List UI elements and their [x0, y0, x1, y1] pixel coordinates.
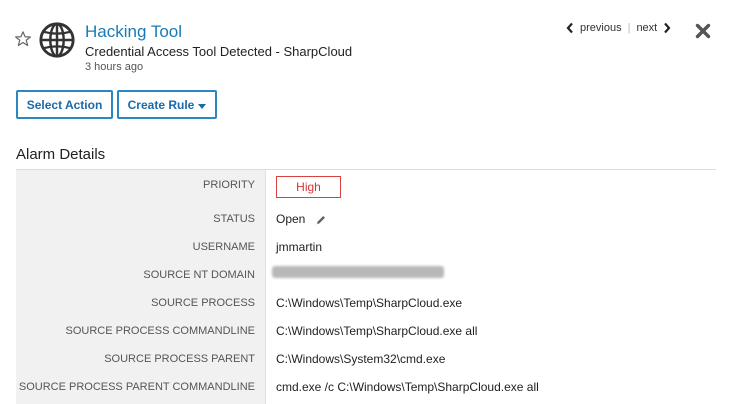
source-process-value: C:\Windows\Temp\SharpCloud.exe: [276, 296, 463, 310]
source-process-parent-value: C:\Windows\System32\cmd.exe: [276, 352, 446, 366]
priority-value: High: [296, 180, 321, 194]
previous-link[interactable]: previous: [580, 22, 622, 34]
create-rule-button[interactable]: Create Rule: [117, 90, 217, 119]
source-process-commandline-value: C:\Windows\Temp\SharpCloud.exe all: [276, 324, 478, 338]
source-process-parent-label: SOURCE PROCESS PARENT: [104, 353, 255, 365]
source-process-commandline-label: SOURCE PROCESS COMMANDLINE: [65, 325, 255, 337]
username-label: USERNAME: [192, 241, 255, 253]
pagination-nav: previous | next: [566, 22, 671, 34]
column-divider: [265, 170, 266, 404]
alarm-subtitle: Credential Access Tool Detected - SharpC…: [85, 44, 353, 59]
alarm-title: Hacking Tool: [85, 22, 183, 41]
status-label: STATUS: [213, 213, 255, 225]
priority-label: PRIORITY: [203, 179, 255, 191]
status-field: Open: [276, 212, 327, 226]
nav-separator: |: [627, 22, 631, 34]
chevron-left-icon[interactable]: [566, 22, 574, 34]
close-icon[interactable]: [695, 23, 711, 39]
source-nt-domain-label: SOURCE NT DOMAIN: [143, 269, 255, 281]
source-process-label: SOURCE PROCESS: [151, 297, 255, 309]
alarm-timestamp: 3 hours ago: [85, 61, 144, 73]
section-title: Alarm Details: [16, 146, 106, 163]
select-action-label: Select Action: [26, 97, 103, 112]
chevron-right-icon[interactable]: [663, 22, 671, 34]
next-link[interactable]: next: [636, 22, 657, 34]
caret-down-icon: [198, 103, 207, 109]
username-value: jmmartin: [276, 240, 323, 254]
priority-badge: High: [276, 176, 341, 198]
globe-icon: [39, 22, 75, 58]
source-process-parent-commandline-value: cmd.exe /c C:\Windows\Temp\SharpCloud.ex…: [276, 380, 539, 394]
create-rule-label: Create Rule: [127, 97, 195, 112]
select-action-button[interactable]: Select Action: [16, 90, 113, 119]
source-process-parent-commandline-label: SOURCE PROCESS PARENT COMMANDLINE: [18, 381, 255, 393]
details-label-column: [16, 170, 265, 404]
status-value: Open: [276, 212, 306, 226]
star-icon[interactable]: [14, 30, 32, 48]
pencil-icon[interactable]: [315, 214, 327, 226]
redacted-value: [272, 266, 444, 278]
